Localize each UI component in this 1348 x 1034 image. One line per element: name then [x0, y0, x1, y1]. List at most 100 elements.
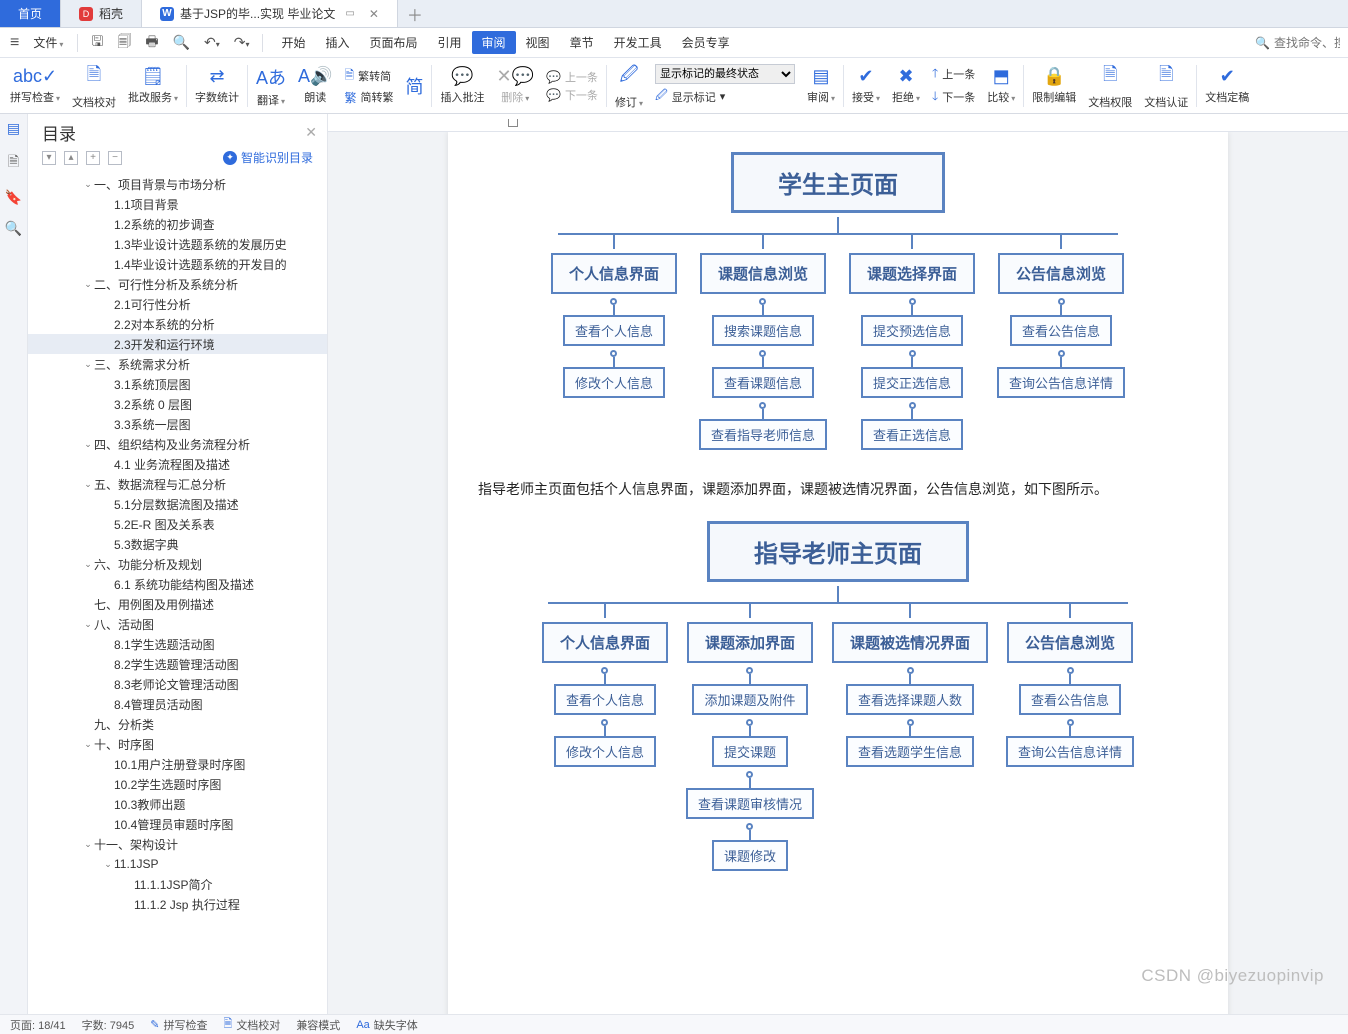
file-menu[interactable]: 文件▾ [27, 34, 69, 51]
status-proof[interactable]: 🗎文档校对 [223, 1015, 280, 1034]
main-menu-页面布局[interactable]: 页面布局 [360, 34, 428, 51]
outline-item[interactable]: 6.1 系统功能结构图及描述 [28, 574, 327, 594]
page-rail-icon[interactable]: 🗎 [8, 151, 19, 175]
outline-item[interactable]: 5.2E-R 图及关系表 [28, 514, 327, 534]
outline-item[interactable]: ⌄三、系统需求分析 [28, 354, 327, 374]
outline-item[interactable]: 8.1学生选题活动图 [28, 634, 327, 654]
outline-item[interactable]: 3.1系统顶层图 [28, 374, 327, 394]
restrict-edit-button[interactable]: 🔒限制编辑 [1026, 66, 1082, 105]
main-menu-审阅[interactable]: 审阅 [472, 31, 516, 54]
outline-item[interactable]: 10.3教师出题 [28, 794, 327, 814]
outline-item[interactable]: ⌄四、组织结构及业务流程分析 [28, 434, 327, 454]
track-changes-button[interactable]: 🖉修订▾ [609, 62, 649, 110]
main-menu-开始[interactable]: 开始 [271, 34, 315, 51]
prev-comment-button[interactable]: 💬上一条 [546, 69, 598, 85]
ruler-tab-marker[interactable] [508, 119, 518, 127]
wordcount-button[interactable]: ⇄字数统计 [189, 66, 245, 105]
next-comment-button[interactable]: 💬下一条 [546, 87, 598, 103]
outline-item[interactable]: 2.2对本系统的分析 [28, 314, 327, 334]
undo-icon[interactable]: ↶▾ [199, 34, 225, 51]
close-icon[interactable]: ✕ [369, 7, 379, 21]
plus-icon[interactable]: + [86, 151, 100, 165]
tab-shell[interactable]: D稻壳 [61, 0, 142, 27]
saveas-icon[interactable]: 🗐 [112, 31, 136, 55]
redo-icon[interactable]: ↷▾ [229, 34, 255, 51]
main-menu-开发工具[interactable]: 开发工具 [604, 34, 672, 51]
outline-item[interactable]: 5.1分层数据流图及描述 [28, 494, 327, 514]
print-icon[interactable]: 🖶 [140, 31, 163, 55]
main-menu-章节[interactable]: 章节 [560, 34, 604, 51]
reject-button[interactable]: ✖拒绝▾ [886, 66, 926, 105]
status-spell[interactable]: ✎拼写检查 [150, 1017, 207, 1033]
proof-button[interactable]: 🗎文档校对 [66, 62, 122, 110]
ai-recognize-button[interactable]: ✦智能识别目录 [223, 149, 313, 166]
outline-item[interactable]: ⌄11.1JSP [28, 854, 327, 874]
simp-button[interactable]: 简 [399, 73, 429, 99]
outline-item[interactable]: 1.3毕业设计选题系统的发展历史 [28, 234, 327, 254]
outline-item[interactable]: 九、分析类 [28, 714, 327, 734]
delete-comment-button[interactable]: ✕💬删除▾ [490, 66, 540, 105]
status-words[interactable]: 字数: 7945 [82, 1017, 135, 1033]
expand-all-icon[interactable]: ▴ [64, 151, 78, 165]
outline-item[interactable]: 10.2学生选题时序图 [28, 774, 327, 794]
doc-auth-button[interactable]: 🗎文档认证 [1138, 62, 1194, 110]
main-menu-会员专享[interactable]: 会员专享 [672, 34, 740, 51]
status-compat[interactable]: 兼容模式 [296, 1017, 340, 1033]
review-pane-button[interactable]: ▤审阅▾ [801, 66, 841, 105]
doc-final-button[interactable]: ✔文档定稿 [1199, 66, 1255, 105]
outline-tree[interactable]: ⌄一、项目背景与市场分析1.1项目背景1.2系统的初步调查1.3毕业设计选题系统… [28, 170, 327, 1014]
window-icon[interactable]: ▭ [345, 8, 354, 19]
minus-icon[interactable]: − [108, 151, 122, 165]
outline-item[interactable]: ⌄二、可行性分析及系统分析 [28, 274, 327, 294]
preview-icon[interactable]: 🔍 [168, 34, 195, 51]
save-icon[interactable]: 🖫 [86, 31, 108, 55]
spellcheck-button[interactable]: abc✓拼写检查▾ [4, 66, 66, 105]
outline-item[interactable]: 3.3系统一层图 [28, 414, 327, 434]
status-missing-font[interactable]: Aa缺失字体 [356, 1017, 417, 1033]
outline-item[interactable]: ⌄六、功能分析及规划 [28, 554, 327, 574]
main-menu-引用[interactable]: 引用 [428, 34, 472, 51]
outline-item[interactable]: 10.1用户注册登录时序图 [28, 754, 327, 774]
compare-button[interactable]: ⬒比较▾ [981, 66, 1021, 105]
search-rail-icon[interactable]: 🔍 [5, 220, 22, 237]
add-tab-button[interactable]: ＋ [398, 0, 432, 27]
outline-item[interactable]: 8.4管理员活动图 [28, 694, 327, 714]
bookmark-rail-icon[interactable]: 🔖 [5, 189, 22, 206]
outline-item[interactable]: 8.2学生选题管理活动图 [28, 654, 327, 674]
outline-item[interactable]: 8.3老师论文管理活动图 [28, 674, 327, 694]
trad-to-simp-button[interactable]: 🗎繁转简 [344, 66, 393, 87]
outline-item[interactable]: 1.1项目背景 [28, 194, 327, 214]
prev-change-button[interactable]: 🡑上一条 [932, 64, 975, 85]
next-change-button[interactable]: 🡓下一条 [932, 87, 975, 108]
outline-item[interactable]: ⌄八、活动图 [28, 614, 327, 634]
read-button[interactable]: A🔊朗读 [292, 66, 338, 105]
outline-item[interactable]: 2.3开发和运行环境 [28, 334, 327, 354]
outline-close-icon[interactable]: ✕ [305, 124, 317, 141]
outline-item[interactable]: 1.2系统的初步调查 [28, 214, 327, 234]
outline-rail-icon[interactable]: ▤ [7, 120, 20, 137]
revise-service-button[interactable]: 🗒批改服务▾ [122, 66, 184, 105]
outline-item[interactable]: ⌄一、项目背景与市场分析 [28, 174, 327, 194]
outline-item[interactable]: ⌄十一、架构设计 [28, 834, 327, 854]
outline-item[interactable]: 10.4管理员审题时序图 [28, 814, 327, 834]
outline-item[interactable]: 3.2系统 0 层图 [28, 394, 327, 414]
simp-to-trad-button[interactable]: 繁简转繁 [344, 89, 393, 106]
command-search[interactable]: 🔍 [1255, 35, 1342, 51]
outline-item[interactable]: 11.1.2 Jsp 执行过程 [28, 894, 327, 914]
document-canvas[interactable]: 学生主页面 个人信息界面查看个人信息修改个人信息课题信息浏览搜索课题信息查看课题… [328, 114, 1348, 1014]
outline-item[interactable]: 11.1.1JSP简介 [28, 874, 327, 894]
main-menu-插入[interactable]: 插入 [315, 34, 359, 51]
outline-item[interactable]: 1.4毕业设计选题系统的开发目的 [28, 254, 327, 274]
hamburger-icon[interactable]: ≡ [6, 34, 23, 52]
track-display-select[interactable]: 显示标记的最终状态 [655, 64, 795, 84]
outline-item[interactable]: 2.1可行性分析 [28, 294, 327, 314]
outline-item[interactable]: ⌄十、时序图 [28, 734, 327, 754]
outline-item[interactable]: ⌄五、数据流程与汇总分析 [28, 474, 327, 494]
accept-button[interactable]: ✔接受▾ [846, 66, 886, 105]
outline-item[interactable]: 七、用例图及用例描述 [28, 594, 327, 614]
translate-button[interactable]: Aあ翻译▾ [250, 64, 292, 108]
ruler[interactable] [328, 114, 1348, 132]
status-page[interactable]: 页面: 18/41 [10, 1017, 66, 1033]
collapse-all-icon[interactable]: ▾ [42, 151, 56, 165]
outline-item[interactable]: 4.1 业务流程图及描述 [28, 454, 327, 474]
